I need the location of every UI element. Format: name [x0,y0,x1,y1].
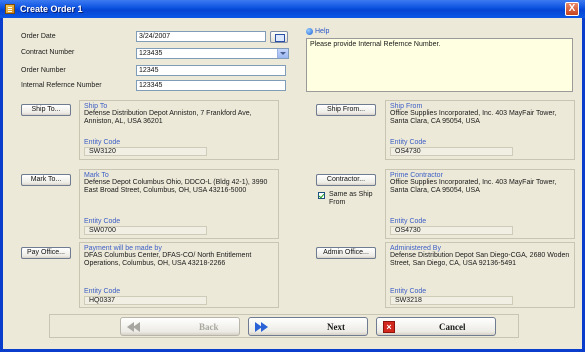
contract-number-dropdown[interactable]: 123435 [136,48,289,59]
contract-number-value: 123435 [139,50,163,57]
ship-from-title: Ship From [390,103,423,110]
pay-office-button[interactable]: Pay Office... [21,247,71,259]
admin-office-address: Defense Distribution Depot San Diego-CGA… [390,252,570,267]
order-number-label: Order Number [21,67,66,74]
app-icon [5,4,15,14]
admin-office-title: Administered By [390,245,441,252]
title-bar: Create Order 1 X [0,0,585,18]
contractor-address: Office Supplies Incorporated, Inc. 403 M… [390,179,557,194]
dropdown-arrow-icon[interactable] [277,49,288,58]
pay-office-panel: Payment will be made by DFAS Columbus Ce… [79,242,279,308]
back-button[interactable]: Back [120,317,240,336]
ship-from-address: Office Supplies Incorporated, Inc. 403 M… [390,110,557,125]
help-label: Help [315,28,330,35]
cancel-label: Cancel [439,322,466,332]
mark-to-button[interactable]: Mark To... [21,174,71,186]
ship-from-entity-code: OS4730 [390,147,513,156]
cancel-x-icon: × [383,321,395,333]
window-title: Create Order 1 [20,4,83,14]
contractor-button[interactable]: Contractor... [316,174,376,186]
form-content: Order Date 3/24/2007 Contract Number 123… [9,21,576,339]
help-text-box: Please provide Internal Refernce Number. [306,38,573,92]
pay-office-address: DFAS Columbus Center, DFAS-CO/ North Ent… [84,252,252,267]
contractor-entity-code-label: Entity Code [390,218,427,225]
ship-to-panel: Ship To Defense Distribution Depot Annis… [79,100,279,160]
contractor-panel: Prime Contractor Office Supplies Incorpo… [385,169,575,239]
admin-office-entity-code: SW3218 [390,296,513,305]
ship-to-entity-code-label: Entity Code [84,139,121,146]
ship-to-title: Ship To [84,103,108,110]
back-arrow-icon-second [133,322,140,332]
pay-office-entity-code-label: Entity Code [84,288,121,295]
mark-to-address: Defense Depot Columbus Ohio, DDCO-L (Bld… [84,179,268,194]
ship-to-entity-code: SW3120 [84,147,207,156]
contractor-title: Prime Contractor [390,172,443,179]
create-order-window: Create Order 1 X Order Date 3/24/2007 Co… [0,0,585,352]
help-icon [306,28,313,35]
admin-office-button[interactable]: Admin Office... [316,247,376,259]
cancel-button[interactable]: × Cancel [376,317,496,336]
pay-office-title: Payment will be made by [84,245,162,252]
order-number-field[interactable]: 12345 [136,65,286,76]
next-button[interactable]: Next [248,317,368,336]
close-icon[interactable]: X [565,2,579,16]
internal-reference-field[interactable]: 123345 [136,80,286,91]
mark-to-panel: Mark To Defense Depot Columbus Ohio, DDC… [79,169,279,239]
footer-button-bar: Back Next × Cancel [49,314,519,338]
internal-reference-label: Internal Refernce Number [21,82,102,89]
ship-to-address: Defense Distribution Depot Anniston, 7 F… [84,110,252,125]
same-as-ship-from-checkbox[interactable] [318,192,325,199]
order-date-label: Order Date [21,33,56,40]
same-as-ship-from-label: Same as Ship From [329,191,373,206]
pay-office-entity-code: HQ0337 [84,296,207,305]
admin-office-entity-code-label: Entity Code [390,288,427,295]
next-arrow-icon-second [261,322,268,332]
back-label: Back [199,322,219,332]
mark-to-entity-code-label: Entity Code [84,218,121,225]
order-date-field[interactable]: 3/24/2007 [136,31,266,42]
ship-from-entity-code-label: Entity Code [390,139,427,146]
admin-office-panel: Administered By Defense Distribution Dep… [385,242,575,308]
ship-from-panel: Ship From Office Supplies Incorporated, … [385,100,575,160]
ship-to-button[interactable]: Ship To... [21,104,71,116]
ship-from-button[interactable]: Ship From... [316,104,376,116]
contract-number-label: Contract Number [21,49,75,56]
next-label: Next [327,322,345,332]
mark-to-entity-code: SW0700 [84,226,207,235]
help-link[interactable]: Help [306,28,329,35]
calendar-icon[interactable] [270,31,288,43]
contractor-entity-code: OS4730 [390,226,513,235]
mark-to-title: Mark To [84,172,109,179]
